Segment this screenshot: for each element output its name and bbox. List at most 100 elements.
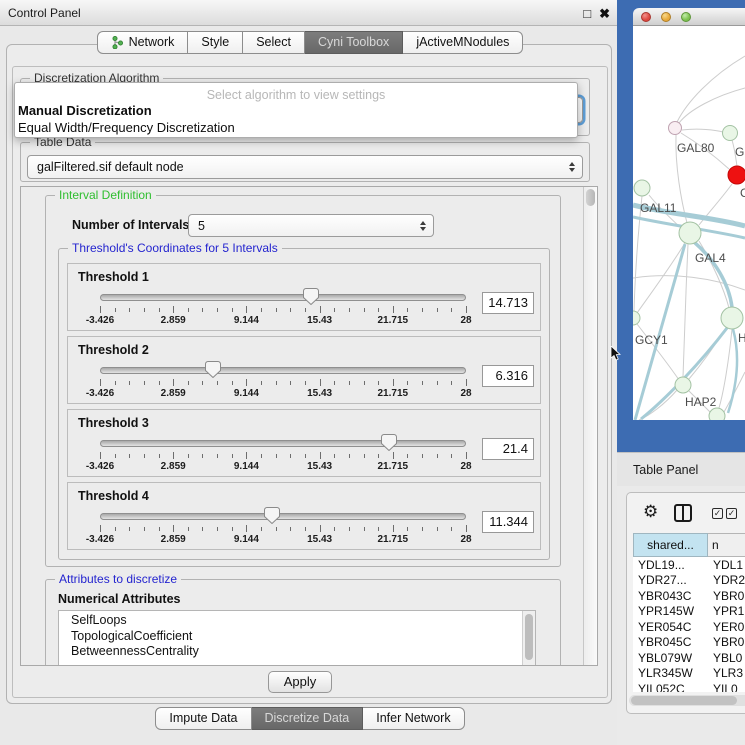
tick-mark <box>305 527 306 531</box>
table-row[interactable]: YPR145WYPR1 <box>633 604 745 620</box>
threshold-slider[interactable]: -3.4262.8599.14415.4321.71528 <box>100 286 466 326</box>
numerical-attributes-list[interactable]: SelfLoopsTopologicalCoefficientBetweenne… <box>58 610 536 666</box>
column-header-shared-name[interactable]: shared... <box>633 533 708 557</box>
cell-shared-name[interactable]: YBR043C <box>633 589 708 603</box>
minimize-traffic-light-icon[interactable] <box>661 12 671 22</box>
cell-name[interactable]: YPR1 <box>708 604 745 618</box>
tick-mark <box>276 527 277 531</box>
network-canvas-svg: GAL80G.CGAL11GAL4GCY1HHAP2 <box>633 26 745 420</box>
threshold-value-field[interactable]: 14.713 <box>482 292 534 314</box>
slider-track[interactable] <box>100 440 466 447</box>
group-title: Threshold's Coordinates for 5 Intervals <box>68 241 282 255</box>
slider-thumb[interactable] <box>381 434 397 451</box>
threshold-slider[interactable]: -3.4262.8599.14415.4321.71528 <box>100 359 466 399</box>
dropdown-option-manual-discretization[interactable]: Manual Discretization <box>15 102 577 119</box>
tick-mark <box>232 381 233 385</box>
network-node[interactable] <box>679 222 701 244</box>
float-window-icon[interactable]: □ <box>583 7 591 20</box>
attribute-list-item[interactable]: SelfLoops <box>59 613 535 629</box>
cell-name[interactable]: YDL1 <box>708 558 745 572</box>
cell-shared-name[interactable]: YDL19... <box>633 558 708 572</box>
tick-mark <box>217 381 218 385</box>
cell-shared-name[interactable]: YIL052C <box>633 682 708 692</box>
table-panel-body: ⚙ ✓ ✓ shared... n YDL19...YDL1YDR27...YD… <box>626 492 745 714</box>
tab-cyni-toolbox[interactable]: Cyni Toolbox <box>305 31 403 54</box>
table-row[interactable]: YLR345WYLR3 <box>633 666 745 682</box>
table-row[interactable]: YIL052CYIL0 <box>633 681 745 692</box>
tick-mark <box>378 308 379 312</box>
number-of-intervals-combobox[interactable]: 5 <box>188 214 434 237</box>
scrollbar-thumb[interactable] <box>631 696 737 705</box>
list-scrollbar[interactable] <box>522 611 535 666</box>
attribute-list-item[interactable]: TopologicalCoefficient <box>59 629 535 645</box>
cell-name[interactable]: YBR0 <box>708 635 745 649</box>
table-horizontal-scrollbar[interactable] <box>629 695 745 706</box>
tab-network[interactable]: Network <box>97 31 189 54</box>
slider-thumb[interactable] <box>264 507 280 524</box>
cell-shared-name[interactable]: YPR145W <box>633 604 708 618</box>
threshold-value-field[interactable]: 11.344 <box>482 511 534 533</box>
settings-vertical-scrollbar[interactable] <box>583 187 597 665</box>
cell-shared-name[interactable]: YBR045C <box>633 635 708 649</box>
cell-name[interactable]: YIL0 <box>708 682 745 692</box>
attribute-list-item[interactable]: BetweennessCentrality <box>59 644 535 660</box>
cell-name[interactable]: YLR3 <box>708 666 745 680</box>
table-row[interactable]: YER054CYER0 <box>633 619 745 635</box>
tick-mark <box>159 454 160 458</box>
zoom-traffic-light-icon[interactable] <box>681 12 691 22</box>
tab-jactivemnodules[interactable]: jActiveMNodules <box>403 31 523 54</box>
gear-icon[interactable]: ⚙ <box>643 502 658 522</box>
cell-name[interactable]: YBL0 <box>708 651 745 665</box>
network-node[interactable] <box>633 311 640 325</box>
network-node[interactable] <box>634 180 650 196</box>
cell-shared-name[interactable]: YLR345W <box>633 666 708 680</box>
apply-button[interactable]: Apply <box>268 671 332 693</box>
network-node[interactable] <box>723 126 738 141</box>
network-window-titlebar[interactable] <box>633 8 745 26</box>
threshold-slider[interactable]: -3.4262.8599.14415.4321.71528 <box>100 505 466 545</box>
checkbox-icon[interactable]: ✓ <box>726 508 737 519</box>
network-view-canvas[interactable]: GAL80G.CGAL11GAL4GCY1HHAP2 <box>633 26 745 420</box>
slider-track[interactable] <box>100 294 466 301</box>
columns-icon[interactable] <box>674 504 692 522</box>
close-panel-icon[interactable]: ✖ <box>599 7 610 20</box>
tab-discretize-data[interactable]: Discretize Data <box>252 707 364 730</box>
network-node[interactable] <box>669 122 682 135</box>
slider-tick-labels: -3.4262.8599.14415.4321.71528 <box>100 388 466 398</box>
tab-infer-network[interactable]: Infer Network <box>363 707 464 730</box>
close-traffic-light-icon[interactable] <box>641 12 651 22</box>
table-row[interactable]: YBR043CYBR0 <box>633 588 745 604</box>
threshold-value-field[interactable]: 21.4 <box>482 438 534 460</box>
column-header-name[interactable]: n <box>708 533 745 557</box>
threshold-value-field[interactable]: 6.316 <box>482 365 534 387</box>
checkbox-icon[interactable]: ✓ <box>712 508 723 519</box>
slider-thumb[interactable] <box>303 288 319 305</box>
cell-name[interactable]: YER0 <box>708 620 745 634</box>
network-node[interactable] <box>728 166 745 184</box>
cell-name[interactable]: YDR2 <box>708 573 745 587</box>
table-row[interactable]: YDL19...YDL1 <box>633 557 745 573</box>
table-row[interactable]: YDR27...YDR2 <box>633 573 745 589</box>
list-scrollbar-thumb[interactable] <box>525 614 533 660</box>
slider-track[interactable] <box>100 513 466 520</box>
cell-name[interactable]: YBR0 <box>708 589 745 603</box>
network-node[interactable] <box>709 408 725 420</box>
scrollbar-thumb[interactable] <box>586 189 595 206</box>
threshold-slider[interactable]: -3.4262.8599.14415.4321.71528 <box>100 432 466 472</box>
table-row[interactable]: YBL079WYBL0 <box>633 650 745 666</box>
slider-track[interactable] <box>100 367 466 374</box>
table-data-selected-value: galFiltered.sif default node <box>37 160 184 174</box>
network-node[interactable] <box>675 377 691 393</box>
tab-impute-data[interactable]: Impute Data <box>155 707 251 730</box>
tab-select[interactable]: Select <box>243 31 305 54</box>
cell-shared-name[interactable]: YBL079W <box>633 651 708 665</box>
tab-style[interactable]: Style <box>188 31 243 54</box>
cell-shared-name[interactable]: YER054C <box>633 620 708 634</box>
dropdown-option-equal-width-frequency[interactable]: Equal Width/Frequency Discretization <box>15 119 577 136</box>
slider-thumb[interactable] <box>205 361 221 378</box>
cell-shared-name[interactable]: YDR27... <box>633 573 708 587</box>
network-node[interactable] <box>721 307 743 329</box>
table-row[interactable]: YBR045CYBR0 <box>633 635 745 651</box>
table-data-combobox[interactable]: galFiltered.sif default node <box>27 155 583 179</box>
dropdown-prompt-item[interactable]: Select algorithm to view settings <box>15 88 577 102</box>
